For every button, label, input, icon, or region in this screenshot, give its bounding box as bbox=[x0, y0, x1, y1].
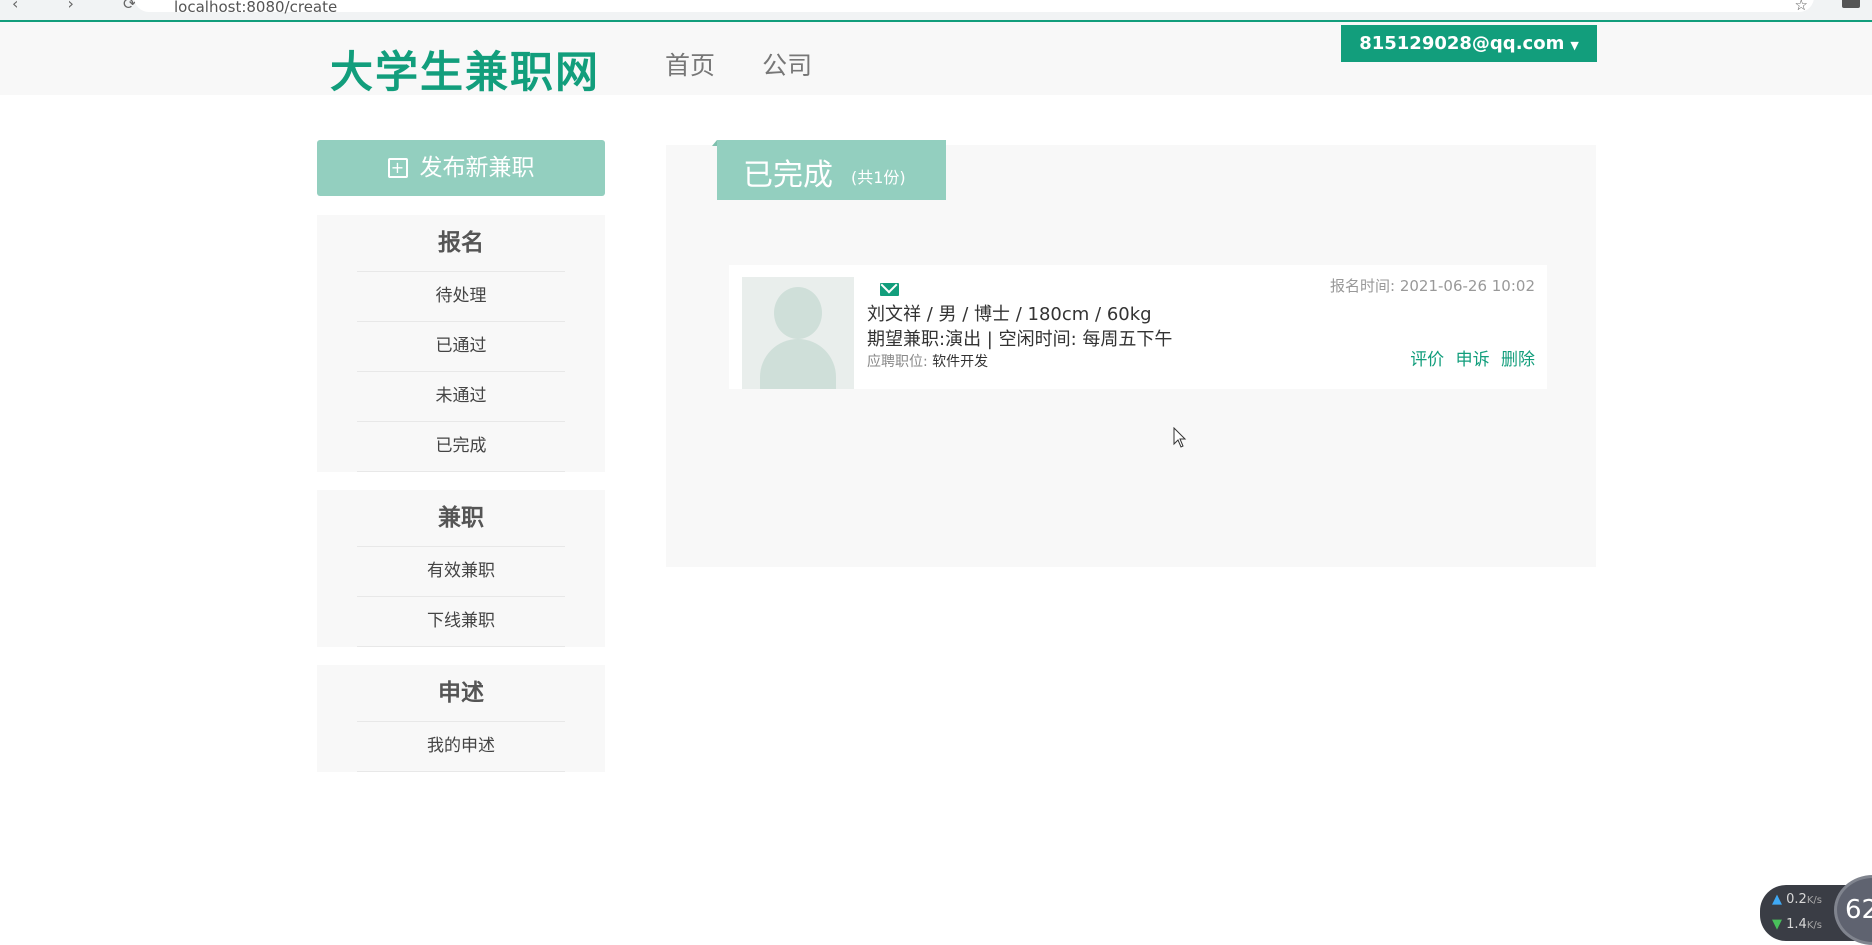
address-bar[interactable]: localhost:8080/create bbox=[134, 0, 1814, 16]
browser-chrome: ‹ › ⟳ localhost:8080/create ☆ bbox=[0, 0, 1872, 22]
appeal-link[interactable]: 申诉 bbox=[1456, 350, 1490, 370]
main-nav: 首页 公司 bbox=[665, 46, 854, 82]
applicant-card: 刘文祥 / 男 / 博士 / 180cm / 60kg 期望兼职:演出 | 空闲… bbox=[729, 265, 1547, 389]
bookmark-star-icon[interactable]: ☆ bbox=[1795, 0, 1808, 14]
section-title: 申述 bbox=[438, 680, 484, 706]
sidebar-item-offline-jobs[interactable]: 下线兼职 bbox=[357, 596, 565, 647]
user-menu-button[interactable]: 815129028@qq.com ▼ bbox=[1341, 25, 1597, 62]
upload-speed-value: 0.2 bbox=[1786, 892, 1807, 907]
site-header: 大学生兼职网 首页 公司 815129028@qq.com ▼ bbox=[0, 22, 1872, 98]
speed-ball[interactable]: 62 bbox=[1834, 875, 1872, 945]
panel-tab-completed: 已完成 (共1份) bbox=[717, 140, 946, 200]
rate-link[interactable]: 评价 bbox=[1410, 350, 1444, 370]
sidebar-section-jobs: 兼职 有效兼职 下线兼职 bbox=[317, 490, 605, 647]
avatar[interactable] bbox=[742, 277, 854, 389]
nav-home[interactable]: 首页 bbox=[665, 51, 715, 80]
speed-unit: K/s bbox=[1806, 895, 1822, 906]
user-email: 815129028@qq.com bbox=[1359, 33, 1565, 54]
panel-tab-count: (共1份) bbox=[851, 168, 906, 187]
applicant-position: 应聘职位: 软件开发 bbox=[867, 351, 988, 371]
mail-icon[interactable] bbox=[880, 283, 899, 296]
applicant-info: 刘文祥 / 男 / 博士 / 180cm / 60kg bbox=[867, 304, 1152, 325]
delete-link[interactable]: 删除 bbox=[1501, 350, 1535, 370]
address-bar-url: localhost:8080/create bbox=[174, 0, 338, 16]
sidebar-item-my-appeals[interactable]: 我的申述 bbox=[357, 721, 565, 772]
sidebar-item-pending[interactable]: 待处理 bbox=[357, 271, 565, 321]
panel-tab-title: 已完成 bbox=[743, 158, 833, 193]
sidebar-section-signup: 报名 待处理 已通过 未通过 已完成 bbox=[317, 215, 605, 472]
applicant-position-value: 软件开发 bbox=[932, 354, 989, 370]
sidebar-item-active-jobs[interactable]: 有效兼职 bbox=[357, 546, 565, 596]
speed-unit: K/s bbox=[1806, 920, 1822, 931]
applicant-apply-time: 报名时间: 2021-06-26 10:02 bbox=[1330, 277, 1535, 295]
site-logo[interactable]: 大学生兼职网 bbox=[330, 38, 600, 100]
section-title: 报名 bbox=[438, 230, 484, 256]
section-title: 兼职 bbox=[438, 505, 484, 531]
network-speed-widget: ▲ 0.2K/s ▼ 1.4K/s 62 bbox=[1760, 875, 1872, 945]
profile-icon[interactable] bbox=[1842, 0, 1860, 8]
upload-speed: ▲ 0.2K/s bbox=[1772, 892, 1822, 907]
publish-job-button[interactable]: + 发布新兼职 bbox=[317, 140, 605, 196]
download-arrow-icon: ▼ bbox=[1772, 917, 1782, 932]
plus-square-icon: + bbox=[387, 158, 408, 178]
applicant-position-label: 应聘职位: bbox=[867, 354, 928, 370]
upload-arrow-icon: ▲ bbox=[1772, 892, 1782, 907]
avatar-body bbox=[760, 339, 836, 389]
applicant-expectation: 期望兼职:演出 | 空闲时间: 每周五下午 bbox=[867, 329, 1173, 350]
publish-job-label: 发布新兼职 bbox=[419, 155, 535, 181]
applicant-actions: 评价 申诉 删除 bbox=[1404, 345, 1535, 370]
nav-company[interactable]: 公司 bbox=[762, 51, 812, 80]
sidebar-item-completed[interactable]: 已完成 bbox=[357, 421, 565, 472]
download-speed: ▼ 1.4K/s bbox=[1772, 917, 1822, 932]
sidebar-item-rejected[interactable]: 未通过 bbox=[357, 371, 565, 421]
mouse-cursor-icon bbox=[1173, 427, 1187, 448]
caret-down-icon: ▼ bbox=[1570, 39, 1579, 52]
sidebar-section-appeal: 申述 我的申述 bbox=[317, 665, 605, 772]
sidebar-item-approved[interactable]: 已通过 bbox=[357, 321, 565, 371]
avatar-head bbox=[774, 287, 822, 339]
download-speed-value: 1.4 bbox=[1786, 917, 1807, 932]
